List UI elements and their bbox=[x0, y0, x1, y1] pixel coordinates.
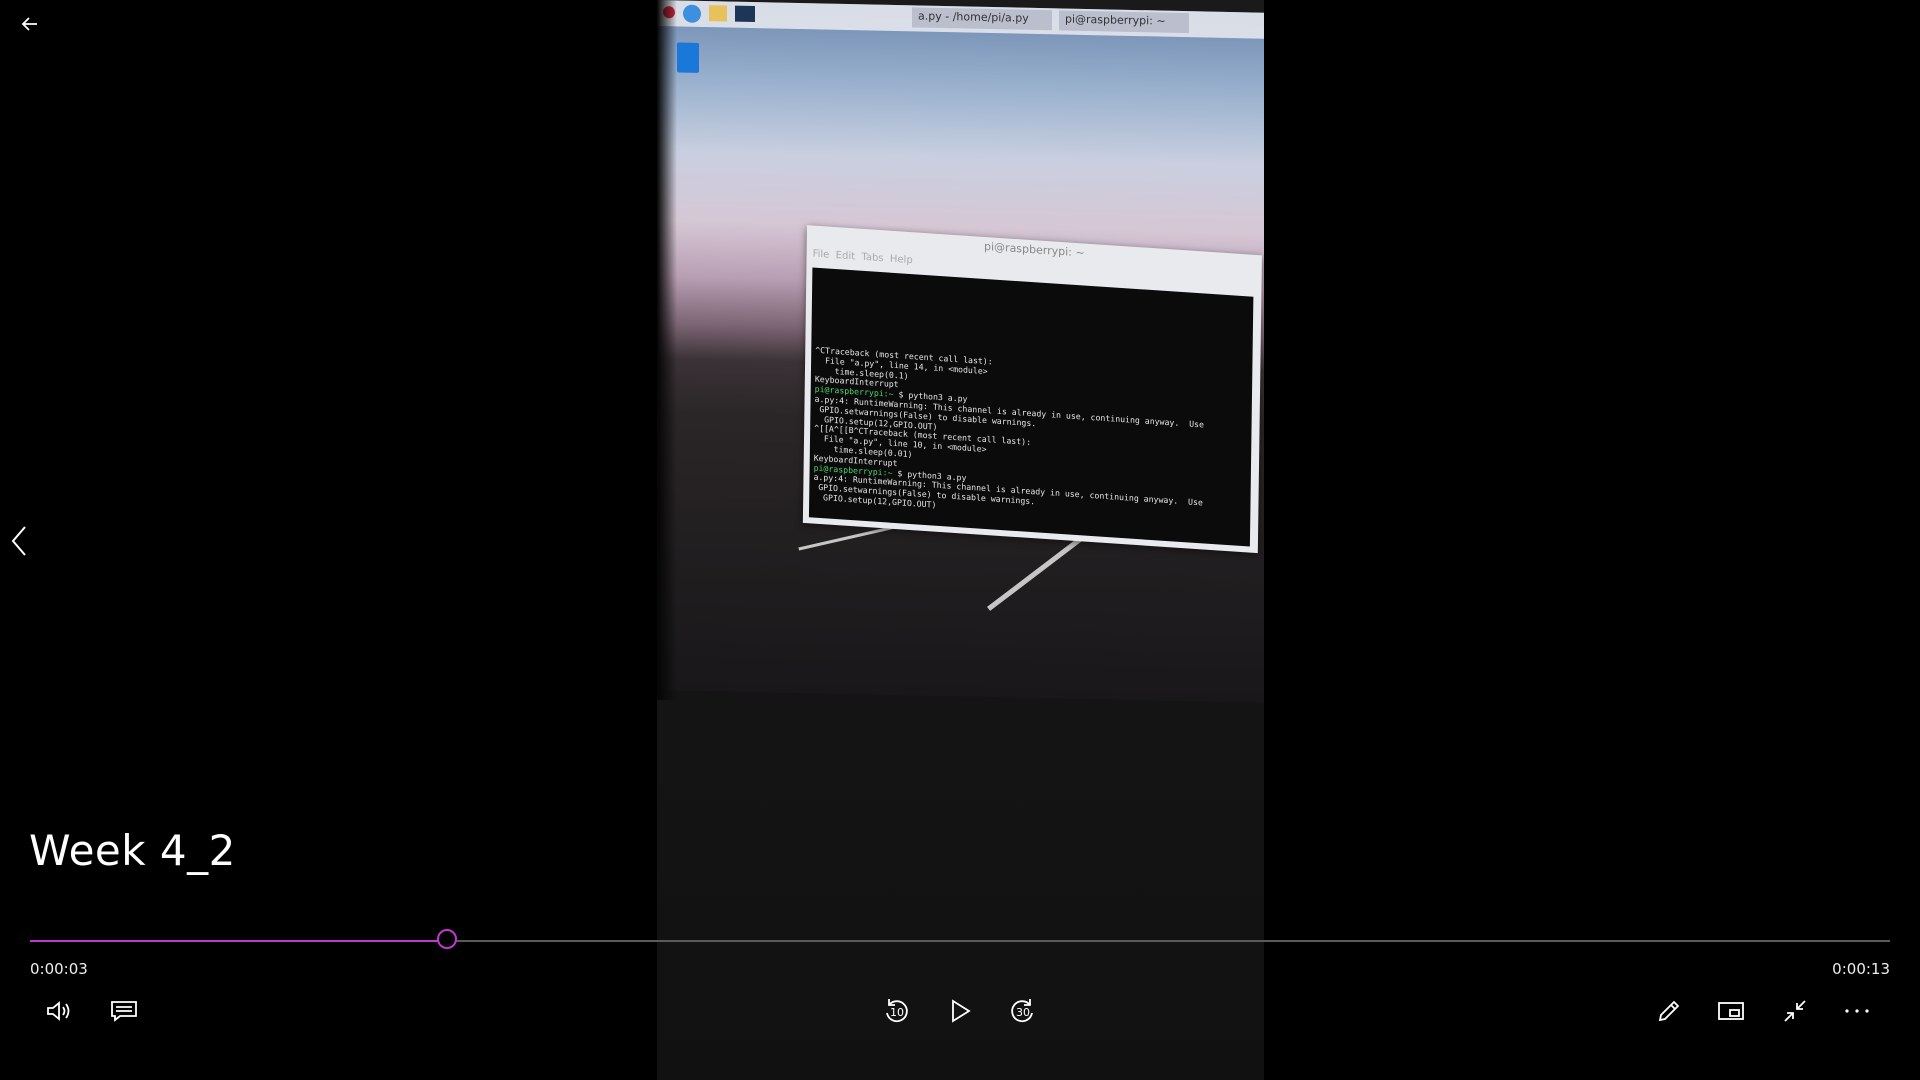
captions-icon bbox=[111, 1001, 137, 1022]
skip-forward-seconds: 30 bbox=[1016, 1006, 1030, 1019]
skip-back-seconds: 10 bbox=[890, 1006, 904, 1019]
more-icon bbox=[1845, 1009, 1869, 1013]
mini-view-button[interactable] bbox=[1708, 988, 1754, 1034]
taskbar-app-editor: a.py - /home/pi/a.py bbox=[912, 7, 1052, 31]
back-arrow-icon bbox=[21, 17, 37, 31]
monitor-bezel bbox=[657, 0, 677, 700]
elapsed-time: 0:00:03 bbox=[30, 960, 88, 978]
trash-icon bbox=[677, 42, 699, 73]
seek-bar[interactable] bbox=[30, 929, 1890, 949]
volume-button[interactable] bbox=[37, 988, 83, 1034]
back-button[interactable] bbox=[12, 6, 48, 42]
monitor-screen: a.py - /home/pi/a.py pi@raspberrypi: ~ p… bbox=[657, 0, 1264, 703]
seek-bar-thumb[interactable] bbox=[436, 929, 457, 949]
terminal-window: pi@raspberrypi: ~ File Edit Tabs Help ^C… bbox=[802, 225, 1262, 554]
taskbar-app-terminal: pi@raspberrypi: ~ bbox=[1059, 10, 1189, 34]
skip-forward-button[interactable]: 30 bbox=[1000, 988, 1046, 1034]
folder-icon bbox=[709, 5, 727, 22]
seek-bar-progress bbox=[30, 940, 447, 942]
mini-view-icon bbox=[1718, 1002, 1744, 1020]
edit-button[interactable] bbox=[1646, 988, 1692, 1034]
terminal-output: ^CTraceback (most recent call last): Fil… bbox=[808, 267, 1254, 547]
browser-icon bbox=[683, 4, 701, 23]
play-button[interactable] bbox=[937, 988, 983, 1034]
exit-fullscreen-icon bbox=[1784, 1000, 1806, 1022]
total-duration: 0:00:13 bbox=[1832, 960, 1890, 978]
terminal-icon bbox=[735, 5, 755, 23]
previous-button[interactable] bbox=[4, 520, 34, 562]
pencil-icon bbox=[1658, 1000, 1680, 1022]
exit-fullscreen-button[interactable] bbox=[1772, 988, 1818, 1034]
skip-back-button[interactable]: 10 bbox=[873, 988, 919, 1034]
more-button[interactable] bbox=[1834, 988, 1880, 1034]
video-title: Week 4_2 bbox=[29, 826, 236, 875]
play-icon bbox=[952, 999, 971, 1023]
video-frame[interactable]: a.py - /home/pi/a.py pi@raspberrypi: ~ p… bbox=[657, 0, 1264, 1080]
pi-taskbar: a.py - /home/pi/a.py pi@raspberrypi: ~ bbox=[657, 0, 1264, 39]
volume-icon bbox=[47, 1001, 70, 1021]
chevron-left-icon bbox=[11, 526, 26, 556]
captions-button[interactable] bbox=[101, 988, 147, 1034]
